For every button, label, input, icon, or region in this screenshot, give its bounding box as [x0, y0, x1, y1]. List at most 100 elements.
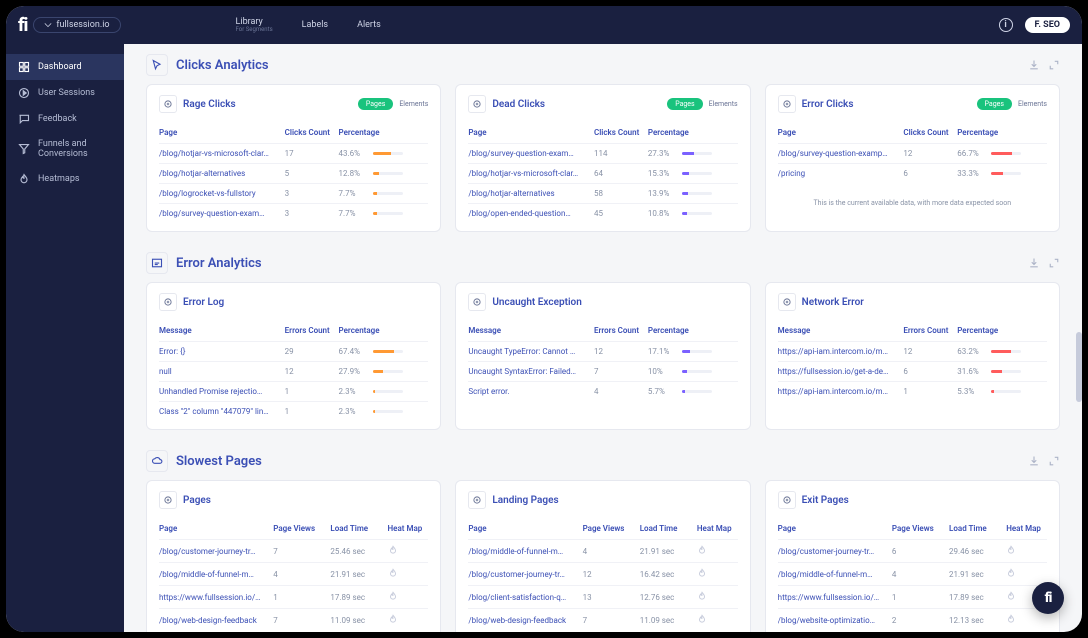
card-icon — [778, 491, 796, 509]
table-row[interactable]: Class "2" column "447079" lin… 1 2.3% — [159, 402, 428, 421]
table-row[interactable]: /blog/survey-question-exam… 114 27.3% — [468, 144, 737, 164]
cell-percentage: 63.2% — [957, 347, 1047, 356]
cell-page: /blog/survey-question-exam… — [468, 149, 594, 158]
heatmap-icon[interactable] — [388, 568, 429, 580]
table-row[interactable]: https://api-iam.intercom.io/m… 1 5.3% — [778, 382, 1047, 401]
cell-page: /blog/web-design-feedback — [468, 616, 582, 625]
table-row[interactable]: /blog/logrocket-vs-fullstory 3 7.7% — [159, 184, 428, 204]
cell-percentage: 66.7% — [957, 149, 1047, 158]
table-row[interactable]: /blog/client-satisfaction-q… 13 12.76 se… — [468, 586, 737, 609]
cell-count: 7 — [594, 367, 648, 376]
sidebar-item-sessions[interactable]: User Sessions — [6, 80, 124, 106]
expand-icon[interactable] — [1048, 254, 1060, 273]
table-row[interactable]: Unhandled Promise rejectio… 1 2.3% — [159, 382, 428, 402]
domain-selector[interactable]: fullsession.io — [33, 17, 120, 33]
help-floating-button[interactable]: fi — [1032, 582, 1064, 614]
download-icon[interactable] — [1028, 452, 1040, 471]
table-row[interactable]: /blog/survey-question-examp… 12 66.7% — [778, 144, 1047, 164]
heatmap-icon[interactable] — [1006, 568, 1047, 580]
cell-views: 6 — [892, 547, 949, 556]
cell-views: 4 — [583, 547, 640, 556]
view-toggle[interactable]: PagesElements — [977, 98, 1047, 110]
table-row[interactable]: Uncaught TypeError: Cannot … 12 17.1% — [468, 342, 737, 362]
card-icon — [159, 95, 177, 113]
table-row[interactable]: https://fullsession.io/get-a-de… 6 31.6% — [778, 362, 1047, 382]
heatmap-icon[interactable] — [697, 545, 738, 557]
table-row[interactable]: /blog/customer-journey-tr… 6 29.46 sec — [778, 540, 1047, 563]
cell-percentage: 13.9% — [648, 189, 738, 198]
topbar: fi fullsession.io LibraryFor Segments La… — [6, 6, 1082, 44]
sidebar-item-label: Funnels and Conversions — [38, 139, 112, 159]
nav-library[interactable]: LibraryFor Segments — [231, 17, 273, 33]
cell-percentage: 7.7% — [339, 189, 429, 198]
download-icon[interactable] — [1028, 254, 1040, 273]
heatmap-icon[interactable] — [388, 614, 429, 626]
nav-labels[interactable]: Labels — [297, 20, 328, 30]
table-row[interactable]: Uncaught SyntaxError: Failed… 7 10% — [468, 362, 737, 382]
table-row[interactable]: /blog/open-ended-question… 45 10.8% — [468, 204, 737, 223]
table-row[interactable]: /blog/survey-question-exam… 3 7.7% — [159, 204, 428, 223]
cell-percentage: 27.3% — [648, 149, 738, 158]
heatmap-icon[interactable] — [1006, 614, 1047, 626]
cell-page: /blog/survey-question-examp… — [778, 149, 904, 158]
sidebar-item-dashboard[interactable]: Dashboard — [6, 54, 124, 80]
sidebar-item-funnels[interactable]: Funnels and Conversions — [6, 132, 124, 166]
table-header: MessageErrors CountPercentage — [468, 321, 737, 342]
sidebar-item-feedback[interactable]: Feedback — [6, 106, 124, 132]
heatmap-icon[interactable] — [697, 614, 738, 626]
table-row[interactable]: /blog/hotjar-alternatives 58 13.9% — [468, 184, 737, 204]
table-row[interactable]: null 12 27.9% — [159, 362, 428, 382]
table-row[interactable]: /blog/middle-of-funnel-m… 4 21.91 sec — [159, 563, 428, 586]
cell-views: 4 — [892, 570, 949, 579]
table-row[interactable]: https://api-iam.intercom.io/m… 12 63.2% — [778, 342, 1047, 362]
table-row[interactable]: /blog/website-optimizatio… 2 12.13 sec — [778, 609, 1047, 631]
cell-page: /blog/logrocket-vs-fullstory — [159, 189, 285, 198]
table-row[interactable]: /blog/web-design-feedback 7 11.09 sec — [468, 609, 737, 631]
heatmap-icon[interactable] — [697, 568, 738, 580]
table-header: PagePage ViewsLoad TimeHeat Map — [468, 519, 737, 540]
table-row[interactable]: /blog/hotjar-vs-microsoft-clar… 64 15.3% — [468, 164, 737, 184]
table-row[interactable]: Error: {} 29 67.4% — [159, 342, 428, 362]
nav-library-sub: For Segments — [236, 26, 273, 33]
user-badge[interactable]: F. SEO — [1025, 17, 1070, 33]
view-toggle[interactable]: PagesElements — [358, 98, 428, 110]
table-row[interactable]: https://www.fullsession.io/… 1 17.89 sec — [159, 586, 428, 609]
section-errors: Error Analytics Error Log MessageErrors … — [146, 252, 1060, 430]
scrollbar-vertical[interactable] — [1076, 332, 1082, 402]
table-row[interactable]: /blog/web-design-feedback 7 11.09 sec — [159, 609, 428, 631]
table-row[interactable]: /blog/customer-journey-tr… 12 16.42 sec — [468, 563, 737, 586]
download-icon[interactable] — [1028, 56, 1040, 75]
cell-page: /blog/client-satisfaction-q… — [468, 593, 582, 602]
cell-page: https://www.fullsession.io/… — [778, 593, 892, 602]
card-icon — [468, 95, 486, 113]
main-content: Clicks Analytics Rage Clicks PagesElemen… — [124, 44, 1082, 632]
table-row[interactable]: /blog/customer-journey-tr… 7 25.46 sec — [159, 540, 428, 563]
expand-icon[interactable] — [1048, 452, 1060, 471]
info-icon[interactable]: i — [999, 18, 1013, 32]
nav-alerts[interactable]: Alerts — [352, 20, 381, 30]
cell-page: /blog/middle-of-funnel-m… — [778, 570, 892, 579]
section-title: Error Analytics — [176, 256, 262, 271]
heatmap-icon[interactable] — [697, 591, 738, 603]
table-row[interactable]: /pricing 6 33.3% — [778, 164, 1047, 183]
cell-count: 12 — [594, 347, 648, 356]
sidebar-item-heatmaps[interactable]: Heatmaps — [6, 166, 124, 192]
cell-page: null — [159, 367, 285, 376]
view-toggle[interactable]: PagesElements — [667, 98, 737, 110]
card-icon — [468, 491, 486, 509]
cell-load-time: 16.42 sec — [640, 570, 697, 579]
nav-alerts-label: Alerts — [357, 20, 381, 30]
expand-icon[interactable] — [1048, 56, 1060, 75]
table-row[interactable]: /blog/hotjar-alternatives 5 12.8% — [159, 164, 428, 184]
table-row[interactable]: /blog/middle-of-funnel-m… 4 21.91 sec — [468, 540, 737, 563]
heatmap-icon[interactable] — [1006, 545, 1047, 557]
table-row[interactable]: /blog/middle-of-funnel-m… 4 21.91 sec — [778, 563, 1047, 586]
table-row[interactable]: https://www.fullsession.io/… 1 17.89 sec — [778, 586, 1047, 609]
heatmap-icon[interactable] — [388, 591, 429, 603]
table-row[interactable]: /blog/hotjar-vs-microsoft-clar… 17 43.6% — [159, 144, 428, 164]
table-header: PageClicks CountPercentage — [159, 123, 428, 144]
heatmap-icon[interactable] — [388, 545, 429, 557]
table-row[interactable]: Script error. 4 5.7% — [468, 382, 737, 401]
cell-count: 12 — [285, 367, 339, 376]
cell-page: /blog/hotjar-vs-microsoft-clar… — [159, 149, 285, 158]
